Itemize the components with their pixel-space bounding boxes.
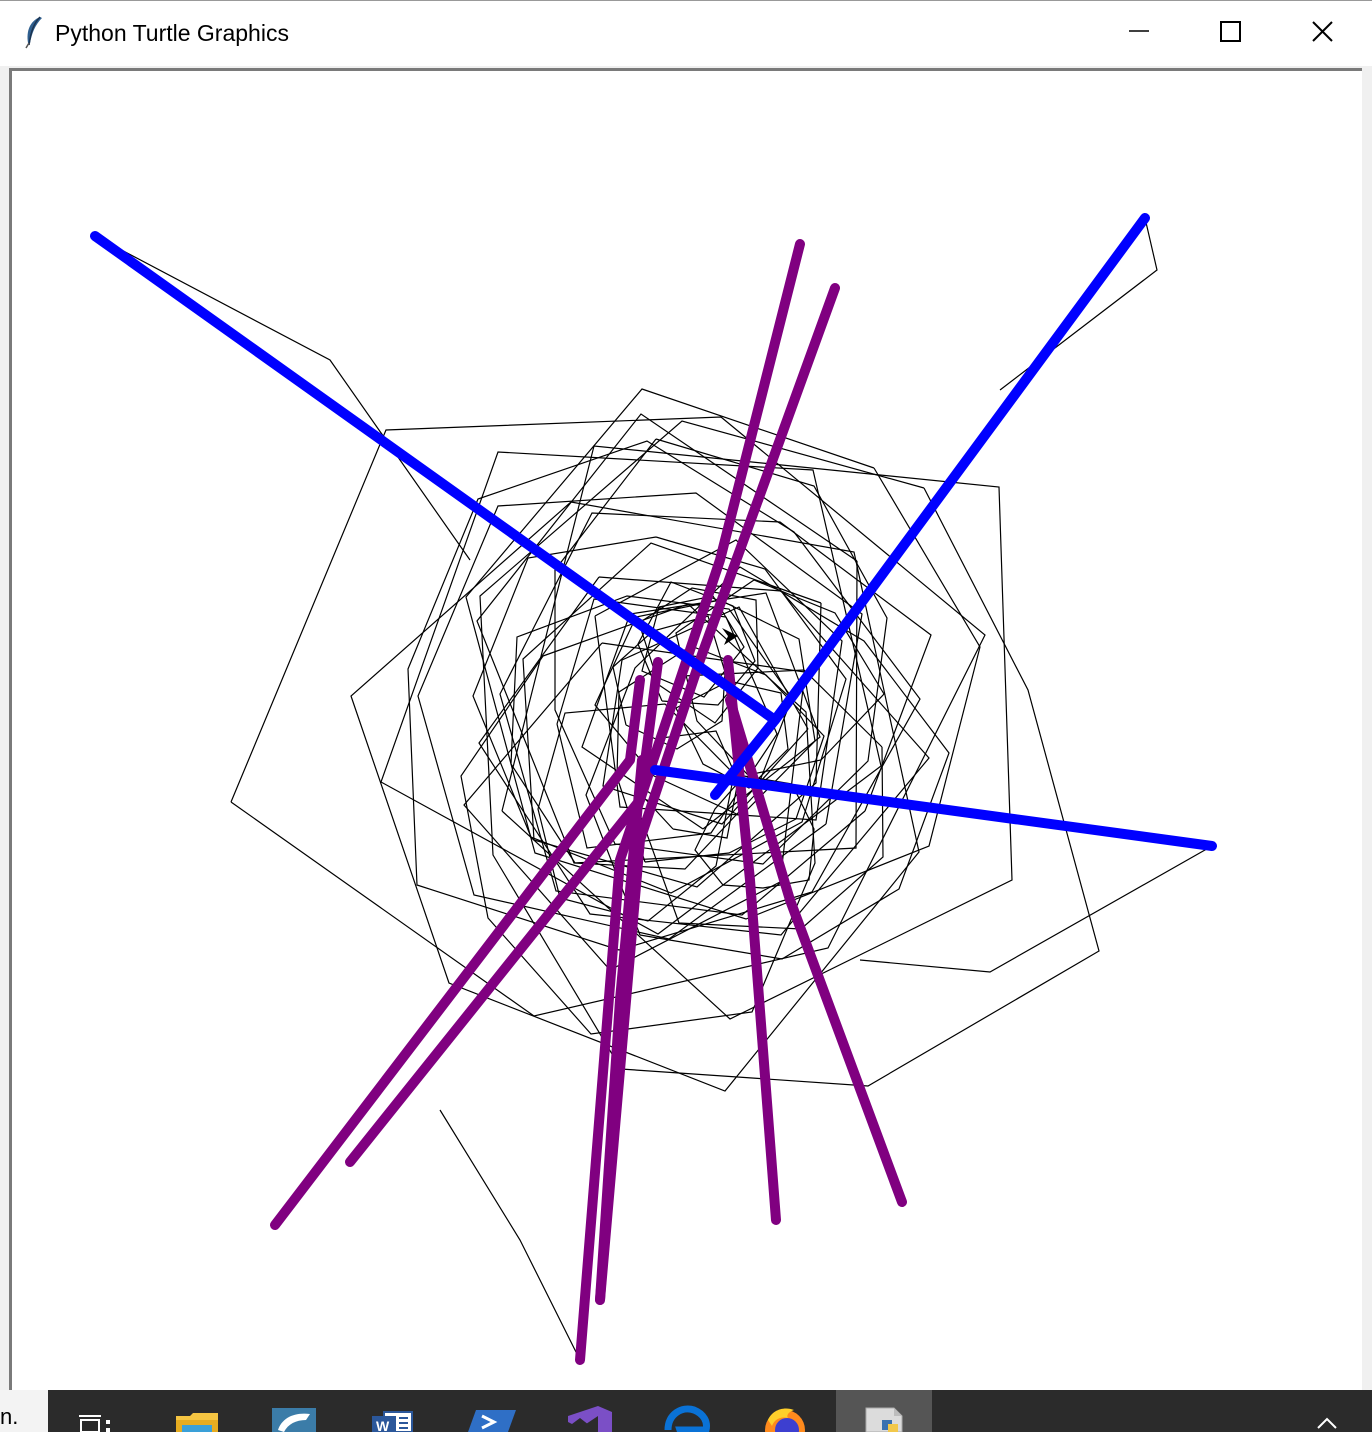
file-explorer-button[interactable] [148, 1390, 244, 1432]
thin-polygon [439, 1109, 581, 1361]
search-box-edge-text: n. [0, 1404, 19, 1429]
svg-text:W: W [376, 1418, 390, 1432]
purple-stroke [270, 675, 645, 1230]
turtle-canvas[interactable] [9, 68, 1362, 1390]
task-view-button[interactable] [50, 1390, 146, 1432]
close-button[interactable] [1276, 1, 1368, 65]
window-title: Python Turtle Graphics [55, 20, 289, 46]
python-turtle-taskbar-button[interactable] [836, 1390, 932, 1432]
thin-polygon [94, 235, 471, 561]
firefox-button[interactable] [736, 1390, 832, 1432]
edge-button[interactable] [638, 1390, 734, 1432]
blue-stroke [710, 213, 1150, 800]
maximize-icon [1220, 21, 1241, 42]
powershell-button[interactable] [442, 1390, 538, 1432]
minimize-icon [1129, 30, 1149, 32]
task-view-icon [79, 1415, 110, 1432]
feather-icon [25, 16, 42, 49]
search-box-edge[interactable]: n. [0, 1390, 48, 1432]
maximize-button[interactable] [1184, 1, 1276, 65]
taskbar: n. W [0, 1390, 1372, 1432]
python-file-icon [865, 1407, 903, 1432]
turtle-drawing [90, 213, 1217, 1365]
edge-icon [664, 1405, 710, 1432]
dolphin-icon [272, 1408, 316, 1432]
blue-stroke [90, 231, 780, 725]
close-icon [1312, 21, 1333, 42]
powershell-icon [468, 1410, 516, 1432]
visual-studio-button[interactable] [540, 1390, 636, 1432]
folder-icon [176, 1413, 218, 1432]
chevron-up-icon[interactable] [1312, 1406, 1342, 1432]
thin-polygon [859, 845, 1213, 973]
word-button[interactable]: W [344, 1390, 440, 1432]
title-bar[interactable]: Python Turtle Graphics [0, 0, 1372, 66]
mysql-workbench-button[interactable] [246, 1390, 342, 1432]
visual-studio-icon [568, 1406, 612, 1432]
word-icon: W [372, 1411, 413, 1432]
thin-polygon [479, 420, 1100, 1087]
firefox-icon [765, 1408, 805, 1432]
minimize-button[interactable] [1092, 1, 1184, 65]
